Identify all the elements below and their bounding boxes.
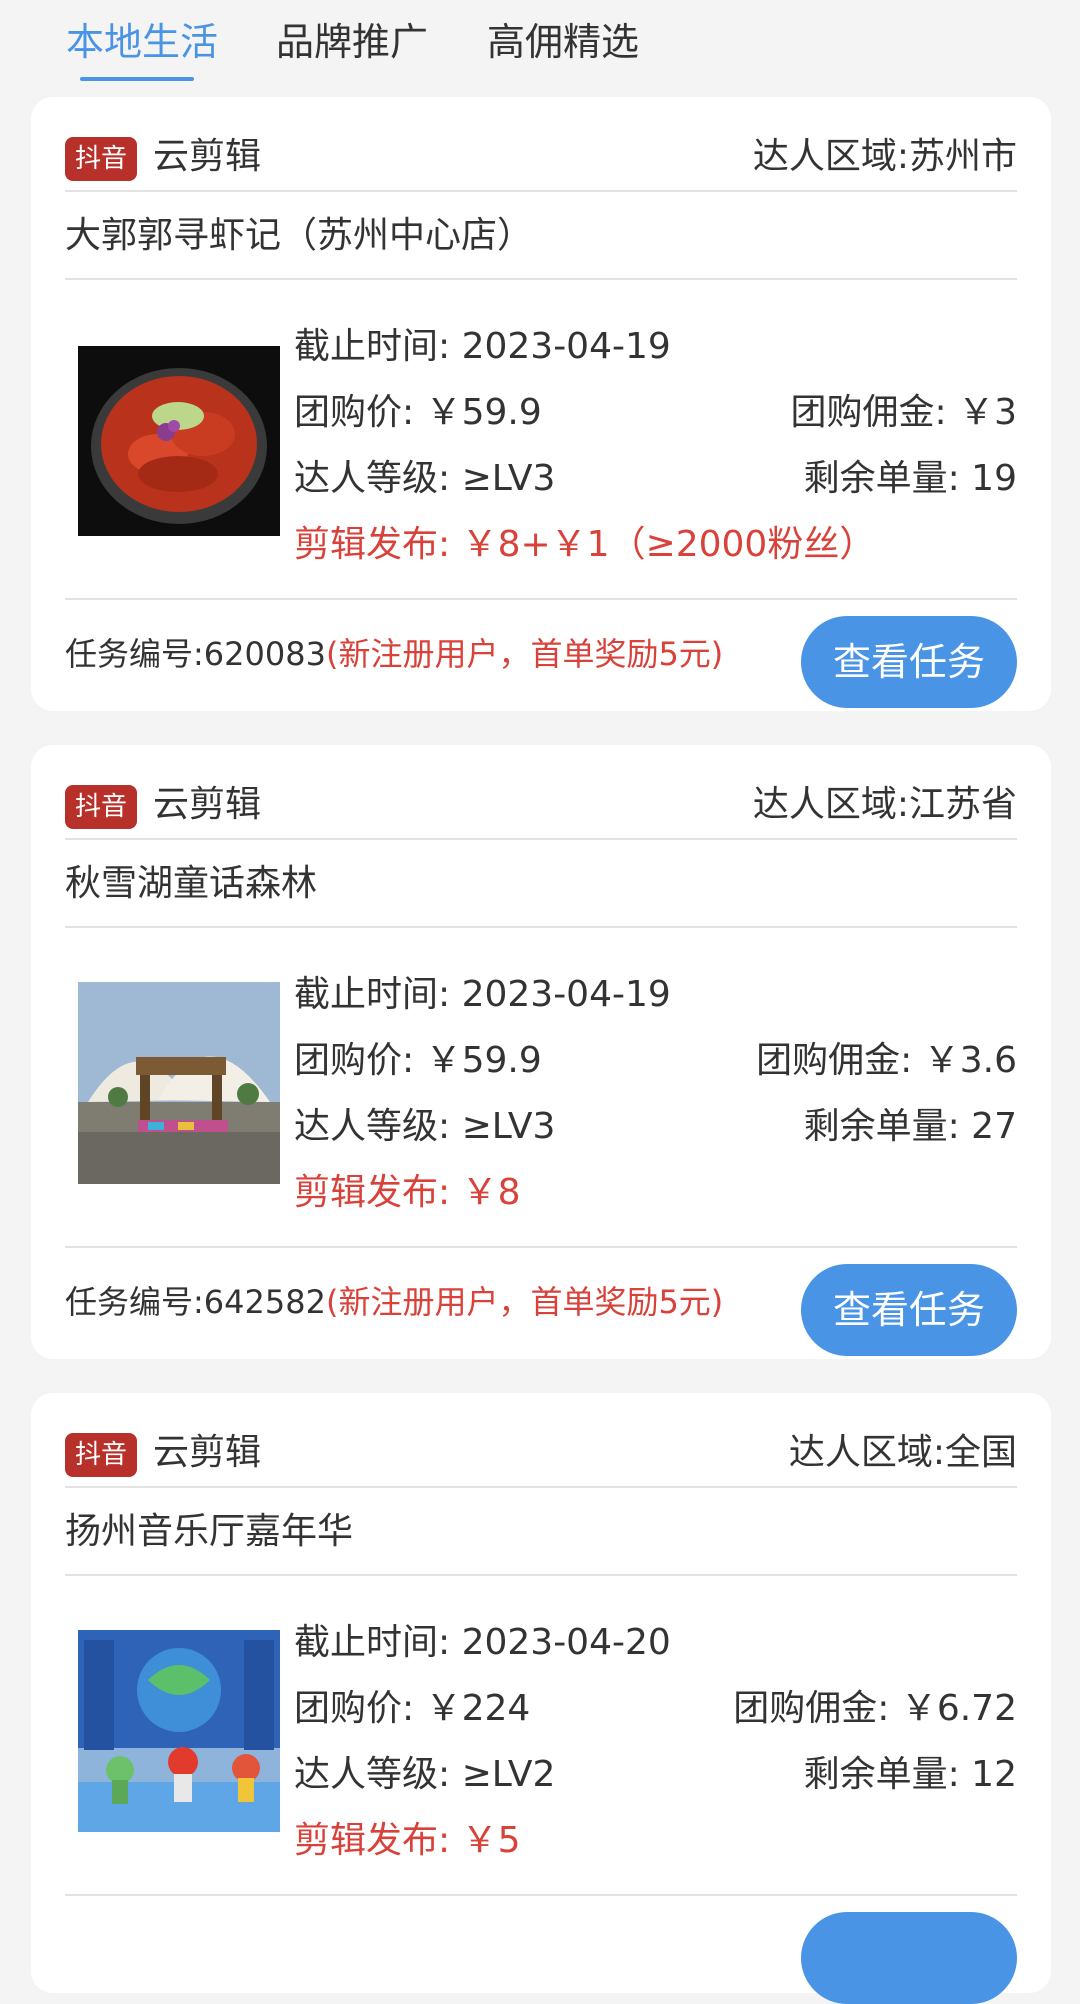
card-title: 大郭郭寻虾记（苏州中心店） — [65, 194, 1017, 280]
region-label: 达人区域:江苏省 — [752, 784, 1017, 825]
new-user-promo: (新注册用户，首单奖励5元) — [325, 1283, 724, 1321]
new-user-promo: (新注册用户，首单奖励5元) — [325, 635, 724, 673]
tab-brand-promotion[interactable]: 品牌推广 — [276, 18, 428, 66]
platform-badge: 抖音 — [65, 137, 137, 181]
card-header: 抖音 云剪辑 达人区域:全国 — [65, 1418, 1017, 1488]
tab-high-commission[interactable]: 高佣精选 — [487, 18, 639, 66]
stage-show-image — [78, 1630, 280, 1832]
card-header: 抖音 云剪辑 达人区域:苏州市 — [65, 122, 1017, 192]
card-title: 扬州音乐厅嘉年华 — [65, 1490, 1017, 1576]
remaining-quantity: 剩余单量: 27 — [803, 1106, 1017, 1147]
region-label: 达人区域:苏州市 — [752, 136, 1017, 177]
active-tab-indicator — [80, 77, 194, 81]
task-card: 抖音 云剪辑 达人区域:全国 扬州音乐厅嘉年华 截止时间: 2023-04-20… — [31, 1393, 1051, 2004]
group-price: 团购价: ￥59.9 — [294, 392, 542, 433]
publish-reward: 剪辑发布: ￥8 — [294, 1172, 521, 1213]
app-name: 云剪辑 — [153, 136, 262, 177]
group-price: 团购价: ￥59.9 — [294, 1040, 542, 1081]
creator-level: 达人等级: ≥LV2 — [294, 1754, 556, 1795]
commission: 团购佣金: ￥3 — [790, 392, 1017, 433]
task-number: 任务编号:642582(新注册用户，首单奖励5元) — [65, 1283, 724, 1321]
commission: 团购佣金: ￥3.6 — [756, 1040, 1017, 1081]
card-title: 秋雪湖童话森林 — [65, 842, 1017, 928]
card-footer: 任务编号:642582(新注册用户，首单奖励5元) 查看任务 — [65, 1246, 1017, 1356]
view-task-button[interactable]: 查看任务 — [801, 616, 1017, 708]
view-task-button[interactable] — [801, 1912, 1017, 2004]
crayfish-dish-image — [78, 334, 280, 536]
card-footer — [65, 1894, 1017, 2004]
top-tab-bar: 本地生活 品牌推广 高佣精选 — [0, 0, 1080, 90]
deadline: 截止时间: 2023-04-19 — [294, 326, 671, 367]
task-number: 任务编号:620083(新注册用户，首单奖励5元) — [65, 635, 724, 673]
deadline: 截止时间: 2023-04-19 — [294, 974, 671, 1015]
group-price: 团购价: ￥224 — [294, 1688, 531, 1729]
remaining-quantity: 剩余单量: 12 — [803, 1754, 1017, 1795]
region-label: 达人区域:全国 — [788, 1432, 1017, 1473]
tab-local-life[interactable]: 本地生活 — [66, 18, 218, 66]
publish-reward: 剪辑发布: ￥8+￥1（≥2000粉丝） — [294, 524, 876, 565]
platform-badge: 抖音 — [65, 1433, 137, 1477]
park-entrance-image — [78, 982, 280, 1184]
creator-level: 达人等级: ≥LV3 — [294, 458, 556, 499]
task-card: 抖音 云剪辑 达人区域:江苏省 秋雪湖童话森林 截止时间: 2023-04-19… — [31, 745, 1051, 1359]
platform-badge: 抖音 — [65, 785, 137, 829]
card-footer: 任务编号:620083(新注册用户，首单奖励5元) 查看任务 — [65, 598, 1017, 708]
app-name: 云剪辑 — [153, 1432, 262, 1473]
app-name: 云剪辑 — [153, 784, 262, 825]
card-header: 抖音 云剪辑 达人区域:江苏省 — [65, 770, 1017, 840]
task-card: 抖音 云剪辑 达人区域:苏州市 大郭郭寻虾记（苏州中心店） 截止时间: 2023… — [31, 97, 1051, 711]
deadline: 截止时间: 2023-04-20 — [294, 1622, 671, 1663]
publish-reward: 剪辑发布: ￥5 — [294, 1820, 521, 1861]
remaining-quantity: 剩余单量: 19 — [803, 458, 1017, 499]
commission: 团购佣金: ￥6.72 — [733, 1688, 1017, 1729]
view-task-button[interactable]: 查看任务 — [801, 1264, 1017, 1356]
creator-level: 达人等级: ≥LV3 — [294, 1106, 556, 1147]
